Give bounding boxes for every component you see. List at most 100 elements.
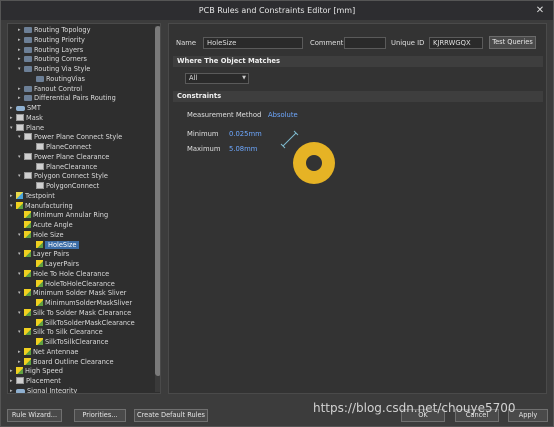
tree-item[interactable]: PolygonConnect — [30, 182, 99, 191]
tree-item-label: Hole To Hole Clearance — [33, 269, 110, 278]
tree-item[interactable]: ▸ Mask — [10, 113, 43, 123]
minimum-value[interactable]: 0.025mm — [229, 129, 262, 139]
measurement-method-value[interactable]: Absolute — [268, 110, 298, 120]
rule-mfg-icon — [16, 367, 23, 375]
comment-label: Comment — [310, 39, 344, 47]
chevron-down-icon: ▼ — [242, 75, 246, 81]
tree-item[interactable]: LayerPairs — [30, 260, 79, 269]
tree-item[interactable]: ▸ Differential Pairs Routing — [18, 94, 116, 103]
rules-tree[interactable]: ▸ Routing Topology ▸ Routing Priority ▸ Routi… — [7, 23, 161, 394]
tree-item[interactable]: PlaneClearance — [30, 162, 98, 172]
tree-item-label: Manufacturing — [25, 201, 73, 210]
tree-item[interactable]: ▾ Plane — [10, 123, 45, 133]
rule-detail-panel: Name HoleSize Comment Unique ID KJRRWGQX… — [168, 23, 547, 394]
unique-id-field[interactable]: KJRRWGQX — [429, 37, 483, 49]
tree-item[interactable]: SilkToSolderMaskClearance — [30, 318, 135, 328]
rule-mfg-icon — [24, 308, 31, 316]
tree-item[interactable]: ▾ Power Plane Clearance — [18, 152, 109, 162]
rule-mfg-icon — [24, 250, 31, 258]
rule-mfg-icon — [24, 269, 31, 277]
tree-scrollbar[interactable] — [155, 26, 160, 392]
tree-item-label: PlaneClearance — [46, 162, 98, 171]
tree-item[interactable]: ▾ Silk To Silk Clearance — [18, 328, 103, 337]
tree-item[interactable]: ▸ Routing Priority — [18, 36, 85, 45]
tree-item-label: LayerPairs — [45, 260, 80, 268]
rule-conn-icon — [16, 388, 25, 393]
tree-item[interactable]: HoleToHoleClearance — [30, 279, 115, 289]
create-default-rules-button[interactable]: Create Default Rules — [134, 409, 208, 422]
rule-rule-icon — [36, 182, 44, 189]
dimension-line — [282, 132, 297, 147]
rule-wizard-button[interactable]: Rule Wizard... — [7, 409, 62, 422]
tree-item-label: Minimum Annular Ring — [33, 211, 109, 220]
rule-cat-icon — [24, 46, 32, 53]
tree-item-label: Mask — [26, 113, 43, 122]
tree-item[interactable]: Minimum Annular Ring — [18, 211, 108, 220]
rule-leaf-icon — [16, 191, 23, 199]
rule-mfg-icon — [36, 338, 43, 345]
rule-rule-icon — [36, 162, 44, 170]
tree-item[interactable]: ▾ Silk To Solder Mask Clearance — [18, 308, 131, 318]
rule-conn-icon — [16, 106, 25, 111]
tree-item-label: MinimumSolderMaskSliver — [45, 299, 133, 307]
tree-item[interactable]: ▸ SMT — [10, 104, 41, 113]
tree-item[interactable]: ▸ Placement — [10, 377, 61, 386]
name-field[interactable]: HoleSize — [203, 37, 303, 49]
tree-item[interactable]: ▸ Routing Layers — [18, 46, 83, 55]
tree-item-label: Board Outline Clearance — [33, 357, 114, 366]
tree-item[interactable]: SilkToSilkClearance — [30, 338, 108, 347]
tree-item[interactable]: HoleSize — [30, 240, 80, 250]
tree-item[interactable]: ▸ High Speed — [10, 367, 63, 376]
tree-item[interactable]: ▸ Testpoint — [10, 191, 55, 201]
tree-item-label: HoleSize — [45, 240, 80, 249]
tree-item[interactable]: ▸ Fanout Control — [18, 85, 82, 94]
tree-item[interactable]: ▾ Manufacturing — [10, 201, 73, 211]
tree-item[interactable]: ▾ Minimum Solder Mask Sliver — [18, 289, 126, 298]
rule-mfg-icon — [36, 318, 43, 326]
rule-rule-icon — [16, 123, 24, 131]
scope-select[interactable]: All ▼ — [185, 73, 249, 84]
rule-rule-icon — [36, 143, 44, 150]
rule-mfg-icon — [36, 240, 43, 248]
rule-rule-icon — [24, 152, 32, 160]
tree-item[interactable]: MinimumSolderMaskSliver — [30, 299, 132, 308]
tree-item-label: Power Plane Connect Style — [34, 133, 123, 142]
rule-mfg-icon — [36, 279, 43, 287]
tree-item[interactable]: ▾ Power Plane Connect Style — [18, 133, 122, 142]
tree-item[interactable]: ▾ Layer Pairs — [18, 250, 69, 259]
maximum-value[interactable]: 5.08mm — [229, 144, 257, 154]
tree-item[interactable]: ▸ Routing Topology — [18, 26, 91, 35]
tree-item[interactable]: Acute Angle — [18, 221, 73, 230]
comment-field[interactable] — [344, 37, 386, 49]
tree-item-label: RoutingVias — [46, 74, 85, 83]
tree-item-label: HoleToHoleClearance — [45, 279, 115, 288]
tree-item-label: Routing Topology — [34, 26, 91, 34]
tree-item[interactable]: ▸ Signal Integrity — [10, 386, 78, 394]
tree-item-label: Hole Size — [33, 230, 64, 239]
tree-item[interactable]: ▾ Hole Size — [18, 230, 64, 240]
tree-item-label: Signal Integrity — [27, 386, 78, 394]
rule-mfg-icon — [16, 201, 23, 209]
priorities-button[interactable]: Priorities... — [74, 409, 126, 422]
minimum-label: Minimum — [187, 130, 219, 138]
tree-scrollbar-thumb[interactable] — [155, 26, 160, 376]
tree-item[interactable]: ▸ Routing Corners — [18, 55, 87, 64]
rule-mfg-icon — [24, 221, 31, 228]
constraints-section-header: Constraints — [173, 91, 543, 102]
tree-item-label: High Speed — [25, 367, 63, 376]
tree-item[interactable]: ▸ Net Antennae — [18, 347, 78, 357]
tree-item[interactable]: ▸ Board Outline Clearance — [18, 357, 114, 367]
tree-item-label: Minimum Solder Mask Sliver — [33, 289, 127, 298]
test-queries-button[interactable]: Test Queries — [489, 36, 536, 49]
tree-item-label: SilkToSolderMaskClearance — [45, 318, 135, 327]
close-icon[interactable]: ✕ — [533, 4, 547, 17]
tree-item[interactable]: ▾ Hole To Hole Clearance — [18, 269, 110, 279]
tree-item[interactable]: PlaneConnect — [30, 143, 91, 152]
rule-rule-icon — [24, 133, 32, 141]
tree-item[interactable]: ▾ Routing Via Style — [18, 65, 90, 74]
tree-item-label: Plane — [26, 123, 45, 132]
tree-item[interactable]: RoutingVias — [30, 75, 85, 84]
tree-item[interactable]: ▾ Polygon Connect Style — [18, 172, 108, 181]
rule-cat-icon — [24, 85, 32, 92]
window-title: PCB Rules and Constraints Editor [mm] — [1, 1, 553, 20]
